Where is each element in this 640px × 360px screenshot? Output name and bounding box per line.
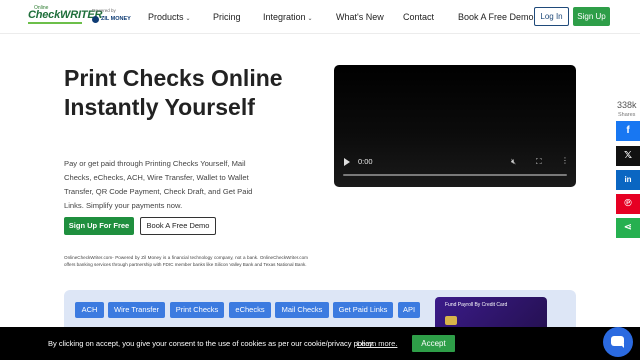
tag-ach[interactable]: ACH xyxy=(75,302,104,318)
accept-button[interactable]: Accept xyxy=(412,335,455,352)
nav-label: Products xyxy=(148,12,184,22)
nav-label: Contact xyxy=(403,12,435,22)
hero-title: Print Checks Online Instantly Yourself xyxy=(64,65,283,120)
nav-book-demo[interactable]: Book A Free Demo xyxy=(458,12,534,22)
video-time: 0:00 xyxy=(358,157,373,166)
tag-get-paid-links[interactable]: Get Paid Links xyxy=(333,302,393,318)
share-icon[interactable]: ⋖ xyxy=(616,218,640,238)
powered-by-zil-money[interactable]: Powered by ZIL MONEY xyxy=(92,8,138,28)
hero-description: Pay or get paid through Printing Checks … xyxy=(64,159,253,210)
card-title: Fund Payroll By Credit Card xyxy=(445,302,508,308)
cookie-banner: By clicking on accept, you give your con… xyxy=(0,327,640,360)
chevron-down-icon: ⌄ xyxy=(185,16,191,22)
zil-money-icon xyxy=(92,16,99,23)
zil-money-label: ZIL MONEY xyxy=(101,16,131,22)
logo-checkmark-icon xyxy=(28,22,82,24)
nav-integration[interactable]: Integration ⌄ xyxy=(263,12,313,22)
chevron-down-icon: ⌄ xyxy=(307,16,313,22)
nav-pricing[interactable]: Pricing xyxy=(213,12,241,22)
video-player[interactable]: 0:00 🔇︎ ⛶ ⋮ xyxy=(334,65,576,187)
tag-print-checks[interactable]: Print Checks xyxy=(170,302,224,318)
video-progress-bar[interactable] xyxy=(343,174,567,176)
more-options-icon[interactable]: ⋮ xyxy=(561,156,569,165)
nav-products[interactable]: Products ⌄ xyxy=(148,12,191,22)
book-demo-button[interactable]: Book A Free Demo xyxy=(140,217,216,235)
x-icon[interactable]: 𝕏 xyxy=(616,146,640,166)
nav-label: Book A Free Demo xyxy=(458,12,534,22)
nav-whats-new[interactable]: What's New xyxy=(336,12,384,22)
facebook-icon[interactable]: f xyxy=(616,121,640,141)
mute-icon[interactable]: 🔇︎ xyxy=(511,157,516,167)
pinterest-icon[interactable]: ℗ xyxy=(616,194,640,214)
learn-more-link[interactable]: Learn more. xyxy=(357,339,397,348)
nav-contact[interactable]: Contact xyxy=(403,12,434,22)
site-header: Online CheckWRITER Powered by ZIL MONEY … xyxy=(0,0,640,34)
share-label: Shares xyxy=(618,112,636,118)
login-button[interactable]: Log In xyxy=(534,7,569,26)
signup-free-button[interactable]: Sign Up For Free xyxy=(64,217,134,235)
signup-button[interactable]: Sign Up xyxy=(573,7,610,26)
banking-disclaimer: OnlineCheckWriter.com- Powered by Zil Mo… xyxy=(64,255,308,267)
fullscreen-icon[interactable]: ⛶ xyxy=(536,157,542,167)
linkedin-icon[interactable]: in xyxy=(616,170,640,190)
powered-by-label: Powered by xyxy=(92,8,116,13)
tag-echecks[interactable]: eChecks xyxy=(229,302,271,318)
nav-label: Pricing xyxy=(213,12,241,22)
cookie-text: By clicking on accept, you give your con… xyxy=(48,339,375,348)
chat-icon-tail xyxy=(620,344,624,348)
tag-wire-transfer[interactable]: Wire Transfer xyxy=(108,302,165,318)
nav-label: What's New xyxy=(336,12,384,22)
card-chip-icon xyxy=(445,316,457,325)
tag-api[interactable]: API xyxy=(398,302,420,318)
nav-label: Integration xyxy=(263,12,306,22)
play-icon[interactable] xyxy=(344,158,350,166)
checkwriter-logo[interactable]: Online CheckWRITER xyxy=(28,5,102,28)
share-count: 338k xyxy=(617,100,637,110)
chat-button[interactable] xyxy=(603,327,633,357)
tag-mail-checks[interactable]: Mail Checks xyxy=(275,302,329,318)
